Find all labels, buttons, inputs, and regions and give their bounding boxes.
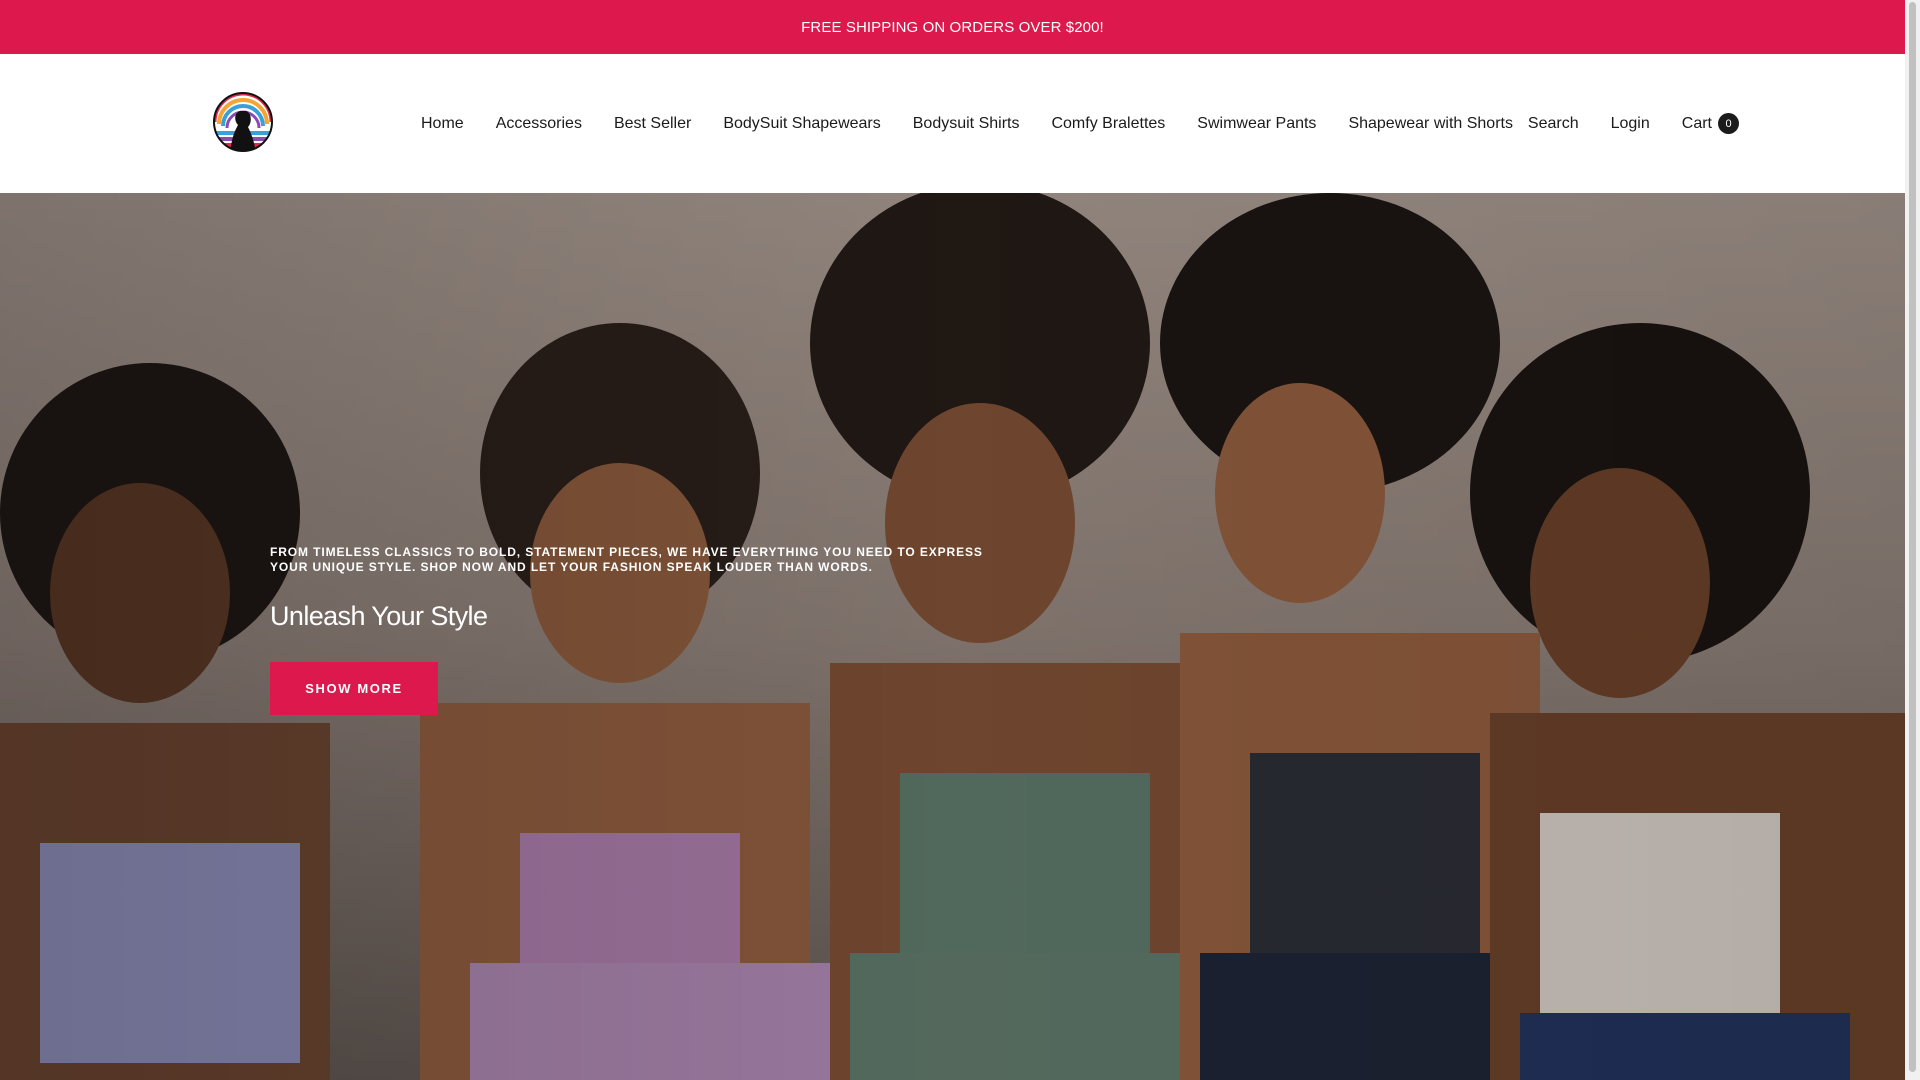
nav-item-bodysuit-shapewears[interactable]: BodySuit Shapewears <box>723 115 880 133</box>
cart-count-badge: 0 <box>1718 113 1739 134</box>
announcement-text: FREE SHIPPING ON ORDERS OVER $200! <box>801 18 1104 36</box>
rainbow-silhouette-logo-icon[interactable] <box>212 91 274 153</box>
cart-label: Cart <box>1681 114 1712 132</box>
login-link[interactable]: Login <box>1611 115 1650 133</box>
nav-item-home[interactable]: Home <box>421 115 464 133</box>
nav-item-accessories[interactable]: Accessories <box>496 115 582 133</box>
page-scrollbar-thumb[interactable] <box>1909 2 1916 1072</box>
hero-heading: Unleash Your Style <box>270 601 488 631</box>
hero-slideshow: FROM TIMELESS CLASSICS TO BOLD, STATEMEN… <box>0 193 1905 1080</box>
cart-link[interactable]: Cart 0 <box>1682 113 1739 134</box>
announcement-bar: FREE SHIPPING ON ORDERS OVER $200! <box>0 0 1905 54</box>
hero-subheading: FROM TIMELESS CLASSICS TO BOLD, STATEMEN… <box>270 545 983 574</box>
nav-item-comfy-bralettes[interactable]: Comfy Bralettes <box>1051 115 1165 133</box>
nav-item-shapewear-with-shorts[interactable]: Shapewear with Shorts <box>1348 115 1513 133</box>
main-nav: Home Accessories Best Seller BodySuit Sh… <box>421 54 1545 193</box>
nav-item-swimwear-pants[interactable]: Swimwear Pants <box>1197 115 1316 133</box>
secondary-nav: Search Login Cart 0 <box>1496 54 1739 193</box>
nav-item-bodysuit-shirts[interactable]: Bodysuit Shirts <box>913 115 1020 133</box>
show-more-button[interactable]: SHOW MORE <box>270 662 438 715</box>
search-link[interactable]: Search <box>1528 115 1579 133</box>
nav-item-best-seller[interactable]: Best Seller <box>614 115 691 133</box>
site-header: Home Accessories Best Seller BodySuit Sh… <box>0 54 1905 193</box>
hero-content: FROM TIMELESS CLASSICS TO BOLD, STATEMEN… <box>270 545 1010 715</box>
